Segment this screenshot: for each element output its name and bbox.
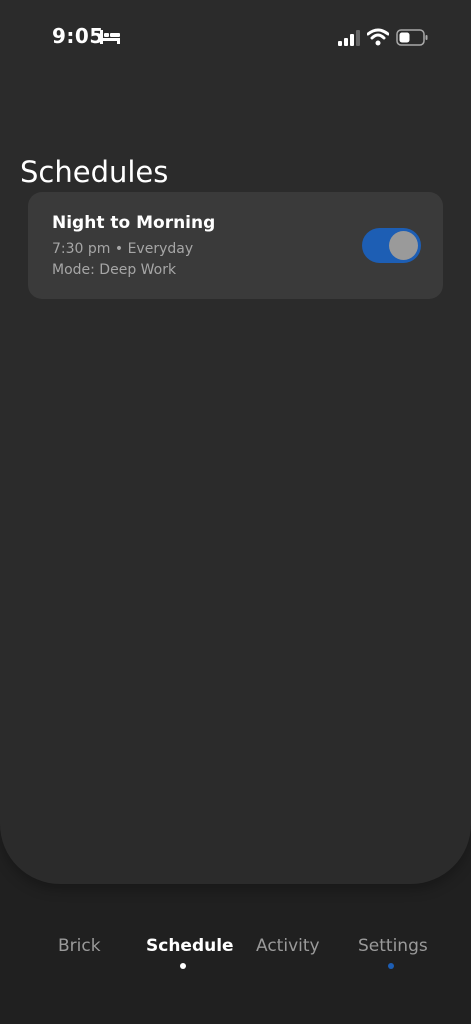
schedule-card[interactable]: Night to Morning 7:30 pm • Everyday Mode…	[28, 192, 443, 299]
schedule-toggle[interactable]	[362, 228, 421, 263]
bed-icon	[100, 30, 120, 44]
schedule-time: 7:30 pm • Everyday	[52, 241, 194, 257]
tab-settings[interactable]: Settings	[358, 936, 428, 956]
tab-brick[interactable]: Brick	[58, 936, 101, 956]
page-title: Schedules	[20, 155, 169, 190]
schedule-mode: Mode: Deep Work	[52, 262, 177, 278]
tab-activity[interactable]: Activity	[256, 936, 320, 956]
signal-icon	[338, 30, 360, 46]
settings-badge-dot	[388, 963, 394, 969]
tab-bar: Brick Schedule Activity Settings	[0, 920, 471, 990]
status-time: 9:05	[52, 24, 104, 48]
tab-schedule[interactable]: Schedule	[146, 936, 234, 956]
app-screen: 9:05 Schedules Night to Morning 7:30 pm …	[0, 0, 471, 1024]
active-tab-indicator	[180, 963, 186, 969]
content-panel: 9:05 Schedules Night to Morning 7:30 pm …	[0, 0, 471, 884]
battery-icon	[396, 29, 428, 46]
status-bar: 9:05	[0, 0, 471, 80]
schedule-name: Night to Morning	[52, 213, 216, 233]
toggle-knob	[389, 231, 418, 260]
wifi-icon	[367, 28, 389, 46]
